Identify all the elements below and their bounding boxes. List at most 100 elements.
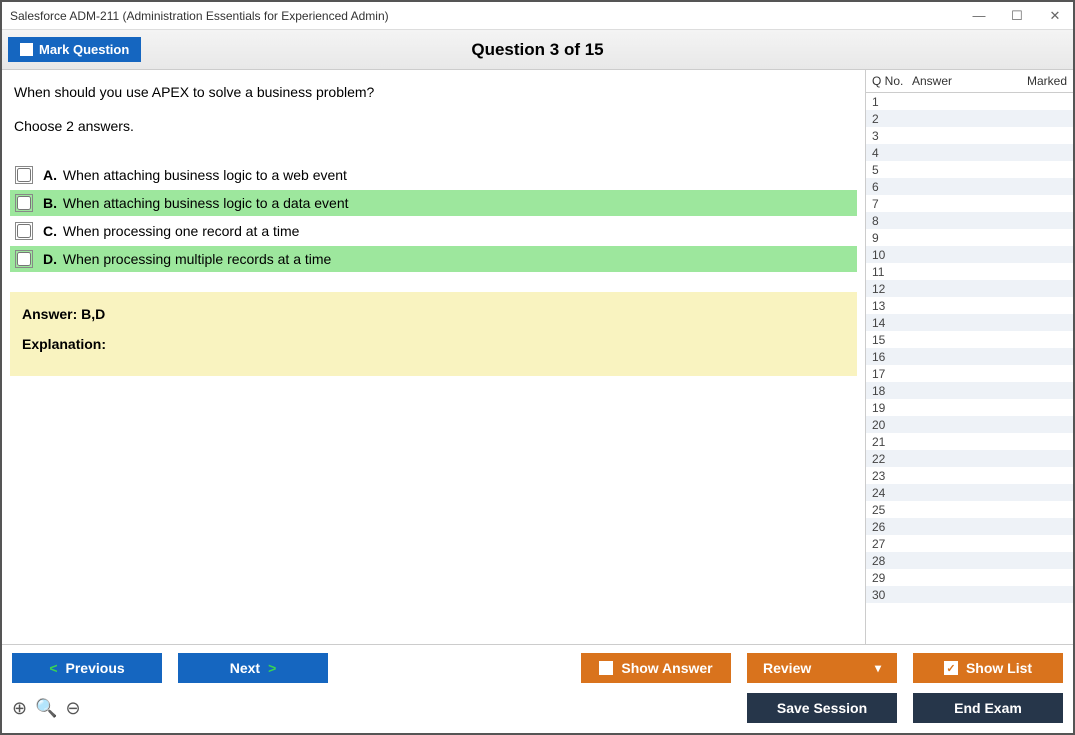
row-qno: 25 [872, 503, 912, 517]
question-list-row[interactable]: 11 [866, 263, 1073, 280]
question-list-row[interactable]: 13 [866, 297, 1073, 314]
question-list-row[interactable]: 6 [866, 178, 1073, 195]
question-list-row[interactable]: 20 [866, 416, 1073, 433]
question-list-row[interactable]: 22 [866, 450, 1073, 467]
question-list-row[interactable]: 21 [866, 433, 1073, 450]
option-checkbox[interactable] [17, 196, 31, 210]
row-qno: 8 [872, 214, 912, 228]
question-list-rows[interactable]: 1234567891011121314151617181920212223242… [866, 93, 1073, 644]
question-list-row[interactable]: 2 [866, 110, 1073, 127]
option-label: D. When processing multiple records at a… [43, 251, 331, 267]
question-prompt: When should you use APEX to solve a busi… [14, 84, 853, 100]
next-button[interactable]: Next > [178, 653, 328, 683]
question-list-row[interactable]: 26 [866, 518, 1073, 535]
row-qno: 26 [872, 520, 912, 534]
col-qno: Q No. [872, 74, 912, 88]
zoom-reset-icon[interactable]: 🔍 [35, 698, 57, 719]
question-list-row[interactable]: 15 [866, 331, 1073, 348]
question-list-row[interactable]: 29 [866, 569, 1073, 586]
option-text: When processing one record at a time [63, 223, 300, 239]
question-list-row[interactable]: 3 [866, 127, 1073, 144]
row-qno: 3 [872, 129, 912, 143]
question-list-row[interactable]: 23 [866, 467, 1073, 484]
row-qno: 10 [872, 248, 912, 262]
option-row[interactable]: D. When processing multiple records at a… [10, 246, 857, 272]
question-list-row[interactable]: 8 [866, 212, 1073, 229]
option-checkbox[interactable] [17, 224, 31, 238]
close-icon[interactable]: ✕ [1045, 8, 1065, 24]
question-list-row[interactable]: 30 [866, 586, 1073, 603]
question-list-row[interactable]: 18 [866, 382, 1073, 399]
question-counter: Question 3 of 15 [2, 40, 1073, 60]
question-list-row[interactable]: 16 [866, 348, 1073, 365]
review-button[interactable]: Review ▾ [747, 653, 897, 683]
option-row[interactable]: A. When attaching business logic to a we… [10, 162, 857, 188]
option-label: C. When processing one record at a time [43, 223, 299, 239]
explanation-label: Explanation: [22, 336, 845, 352]
row-qno: 15 [872, 333, 912, 347]
question-text: When should you use APEX to solve a busi… [2, 80, 865, 162]
answer-panel: Answer: B,D Explanation: [10, 292, 857, 376]
chevron-right-icon: > [268, 660, 276, 676]
question-list-header: Q No. Answer Marked [866, 70, 1073, 93]
window-controls: — ☐ ✕ [969, 8, 1065, 24]
review-label: Review [763, 660, 811, 676]
question-list-row[interactable]: 27 [866, 535, 1073, 552]
row-qno: 20 [872, 418, 912, 432]
option-text: When attaching business logic to a data … [63, 195, 349, 211]
save-session-button[interactable]: Save Session [747, 693, 897, 723]
question-list-row[interactable]: 17 [866, 365, 1073, 382]
option-letter: A. [43, 167, 57, 183]
row-qno: 24 [872, 486, 912, 500]
option-checkbox[interactable] [17, 252, 31, 266]
question-list-row[interactable]: 4 [866, 144, 1073, 161]
question-list-row[interactable]: 24 [866, 484, 1073, 501]
row-qno: 22 [872, 452, 912, 466]
question-instruction: Choose 2 answers. [14, 118, 853, 134]
row-qno: 19 [872, 401, 912, 415]
checkbox-icon [20, 43, 33, 56]
option-checkbox-wrap [15, 250, 33, 268]
show-list-button[interactable]: ✓ Show List [913, 653, 1063, 683]
option-row[interactable]: B. When attaching business logic to a da… [10, 190, 857, 216]
question-list-row[interactable]: 25 [866, 501, 1073, 518]
row-qno: 21 [872, 435, 912, 449]
option-letter: C. [43, 223, 57, 239]
mark-question-label: Mark Question [39, 42, 129, 57]
question-list-row[interactable]: 19 [866, 399, 1073, 416]
question-list-row[interactable]: 1 [866, 93, 1073, 110]
row-qno: 2 [872, 112, 912, 126]
maximize-icon[interactable]: ☐ [1007, 8, 1027, 24]
titlebar: Salesforce ADM-211 (Administration Essen… [2, 2, 1073, 30]
question-list-row[interactable]: 10 [866, 246, 1073, 263]
show-list-label: Show List [966, 660, 1032, 676]
option-checkbox[interactable] [17, 168, 31, 182]
header-bar: Mark Question Question 3 of 15 [2, 30, 1073, 70]
options-list: A. When attaching business logic to a we… [2, 162, 865, 274]
checkbox-icon [599, 661, 613, 675]
option-row[interactable]: C. When processing one record at a time [10, 218, 857, 244]
row-qno: 16 [872, 350, 912, 364]
question-list-row[interactable]: 9 [866, 229, 1073, 246]
row-qno: 5 [872, 163, 912, 177]
row-qno: 29 [872, 571, 912, 585]
question-list-row[interactable]: 28 [866, 552, 1073, 569]
previous-button[interactable]: < Previous [12, 653, 162, 683]
option-text: When attaching business logic to a web e… [63, 167, 347, 183]
zoom-out-icon[interactable]: ⊖ [66, 698, 81, 719]
option-letter: B. [43, 195, 57, 211]
show-answer-button[interactable]: Show Answer [581, 653, 731, 683]
end-exam-button[interactable]: End Exam [913, 693, 1063, 723]
option-checkbox-wrap [15, 166, 33, 184]
window-title: Salesforce ADM-211 (Administration Essen… [10, 9, 969, 23]
option-checkbox-wrap [15, 194, 33, 212]
row-qno: 4 [872, 146, 912, 160]
next-label: Next [230, 660, 260, 676]
minimize-icon[interactable]: — [969, 8, 989, 24]
question-list-row[interactable]: 7 [866, 195, 1073, 212]
question-list-row[interactable]: 5 [866, 161, 1073, 178]
zoom-in-icon[interactable]: ⊕ [12, 698, 27, 719]
mark-question-button[interactable]: Mark Question [8, 37, 141, 62]
question-list-row[interactable]: 14 [866, 314, 1073, 331]
question-list-row[interactable]: 12 [866, 280, 1073, 297]
